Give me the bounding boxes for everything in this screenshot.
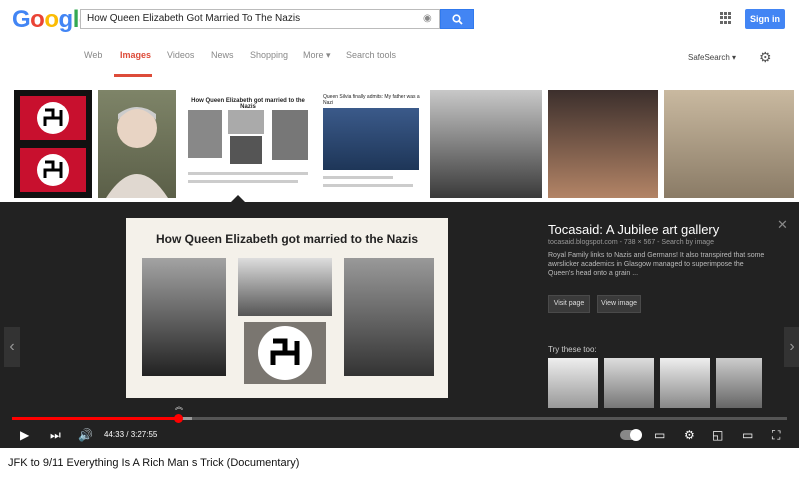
search-icon	[452, 14, 463, 25]
photo	[344, 258, 434, 376]
tab-videos[interactable]: Videos	[167, 50, 194, 60]
theater-mode-icon[interactable]: ▭	[742, 427, 753, 443]
visit-page-button[interactable]: Visit page	[548, 295, 590, 313]
tab-search-tools[interactable]: Search tools	[346, 50, 396, 60]
search-button[interactable]	[440, 9, 474, 29]
swastika-flag-image	[20, 96, 86, 192]
photo	[142, 258, 226, 376]
time-display: 44:33 / 3:27:55	[104, 430, 158, 439]
related-image[interactable]	[716, 358, 762, 408]
image-preview-panel: ‹ › How Queen Elizabeth got married to t…	[0, 202, 799, 448]
image-result[interactable]	[98, 90, 176, 198]
volume-icon[interactable]: 🔊	[78, 427, 93, 443]
search-query-text: How Queen Elizabeth Got Married To The N…	[87, 13, 301, 24]
next-arrow-icon[interactable]: ›	[784, 327, 799, 367]
photo	[238, 258, 332, 316]
prev-arrow-icon[interactable]: ‹	[4, 327, 20, 367]
sign-in-button[interactable]: Sign in	[745, 9, 785, 29]
close-icon[interactable]: ✕	[777, 218, 788, 231]
autoplay-toggle[interactable]	[620, 429, 642, 441]
screen: Google How Queen Elizabeth Got Married T…	[0, 0, 799, 477]
related-image[interactable]	[604, 358, 654, 408]
result-title: Queen Silvia finally admits: My father w…	[323, 94, 420, 106]
image-result[interactable]	[548, 90, 658, 198]
selected-indicator	[231, 195, 245, 202]
image-results-strip: How Queen Elizabeth got married to the N…	[0, 88, 799, 201]
view-image-button[interactable]: View image	[597, 295, 641, 313]
result-title: How Queen Elizabeth got married to the N…	[191, 98, 305, 110]
fullscreen-icon[interactable]: ⛶	[772, 427, 780, 443]
preview-image[interactable]: How Queen Elizabeth got married to the N…	[126, 218, 448, 398]
image-result-selected[interactable]: How Queen Elizabeth got married to the N…	[182, 90, 314, 198]
tab-images[interactable]: Images	[120, 50, 151, 60]
preview-image-title: How Queen Elizabeth got married to the N…	[155, 232, 419, 246]
preview-page-title[interactable]: Tocasaid: A Jubilee art gallery	[548, 222, 719, 237]
preview-source[interactable]: tocasaid.blogspot.com - 738 × 567 - Sear…	[548, 239, 714, 246]
next-video-icon[interactable]: ⏭	[50, 427, 61, 443]
google-header: Google How Queen Elizabeth Got Married T…	[0, 0, 799, 80]
active-tab-indicator	[114, 74, 152, 77]
tab-web[interactable]: Web	[84, 50, 102, 60]
safesearch-dropdown[interactable]: SafeSearch ▾	[688, 53, 736, 62]
tab-more[interactable]: More ▾	[303, 50, 331, 61]
gear-icon[interactable]: ⚙	[684, 427, 695, 443]
subtitles-icon[interactable]: ▭	[654, 427, 665, 443]
play-icon[interactable]: ▶	[20, 427, 29, 443]
related-image[interactable]	[548, 358, 598, 408]
related-image[interactable]	[660, 358, 710, 408]
progress-fill	[12, 417, 178, 420]
image-result[interactable]: Queen Silvia finally admits: My father w…	[320, 90, 424, 198]
queen-portrait-image	[106, 107, 168, 198]
search-tabs: Web Images Videos News Shopping More ▾ S…	[0, 50, 799, 77]
player-controls: ▶ ⏭ 🔊 44:33 / 3:27:55 ▭ ⚙ ◱ ▭ ⛶	[0, 425, 799, 448]
video-title: JFK to 9/11 Everything Is A Rich Man s T…	[8, 457, 300, 469]
search-input[interactable]: How Queen Elizabeth Got Married To The N…	[80, 9, 440, 29]
miniplayer-icon[interactable]: ◱	[712, 427, 723, 443]
scrubber-handle[interactable]	[174, 414, 183, 423]
swastika-image	[244, 322, 326, 384]
image-result[interactable]	[14, 90, 92, 198]
preview-description: Royal Family links to Nazis and Germans!…	[548, 252, 765, 277]
tab-shopping[interactable]: Shopping	[250, 50, 288, 60]
image-result[interactable]	[664, 90, 794, 198]
chevron-up-icon[interactable]: ︽	[175, 403, 183, 411]
image-result[interactable]	[430, 90, 542, 198]
camera-icon[interactable]: ◉	[423, 13, 435, 25]
related-label: Try these too:	[548, 345, 597, 354]
tab-news[interactable]: News	[211, 50, 234, 60]
apps-grid-icon[interactable]	[720, 12, 732, 24]
gear-icon[interactable]: ⚙	[759, 50, 773, 64]
